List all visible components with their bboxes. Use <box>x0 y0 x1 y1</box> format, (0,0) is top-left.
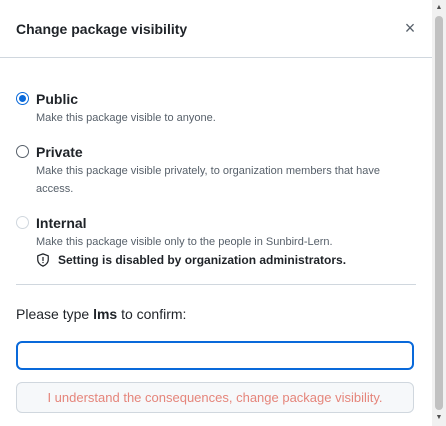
private-radio[interactable] <box>16 145 29 158</box>
option-description: Make this package visible privately, to … <box>36 165 381 195</box>
confirm-input[interactable] <box>16 341 414 370</box>
option-label: Private <box>36 144 83 160</box>
close-button[interactable]: × <box>400 18 420 39</box>
option-private[interactable]: Private Make this package visible privat… <box>16 143 416 198</box>
disabled-note: Setting is disabled by organization admi… <box>36 253 416 267</box>
divider <box>16 284 416 285</box>
option-description: Make this package visible only to the pe… <box>36 236 333 248</box>
visibility-options: Public Make this package visible to anyo… <box>0 90 432 267</box>
change-visibility-button[interactable]: I understand the consequences, change pa… <box>16 382 414 413</box>
option-label: Internal <box>36 215 87 231</box>
dialog-header: Change package visibility × <box>0 0 432 58</box>
option-label: Public <box>36 91 79 107</box>
scrollbar-thumb[interactable] <box>435 16 443 410</box>
public-radio[interactable] <box>16 92 29 105</box>
confirm-label: Please type lms to confirm: <box>0 306 432 322</box>
dialog-title: Change package visibility <box>16 20 188 37</box>
disabled-note-text: Setting is disabled by organization admi… <box>58 253 347 267</box>
option-internal: Internal Make this package visible only … <box>16 214 416 267</box>
change-visibility-dialog: Change package visibility × Public Make … <box>0 0 432 426</box>
confirm-suffix: to confirm: <box>117 306 187 322</box>
shield-icon <box>37 253 49 267</box>
option-description: Make this package visible to anyone. <box>36 112 216 124</box>
internal-radio <box>16 216 29 229</box>
scroll-down-icon[interactable]: ▼ <box>432 411 446 425</box>
package-name: lms <box>93 306 118 322</box>
scroll-up-icon[interactable]: ▲ <box>432 1 446 15</box>
confirm-prefix: Please type <box>16 306 94 322</box>
option-public[interactable]: Public Make this package visible to anyo… <box>16 90 416 127</box>
close-icon: × <box>404 18 416 38</box>
